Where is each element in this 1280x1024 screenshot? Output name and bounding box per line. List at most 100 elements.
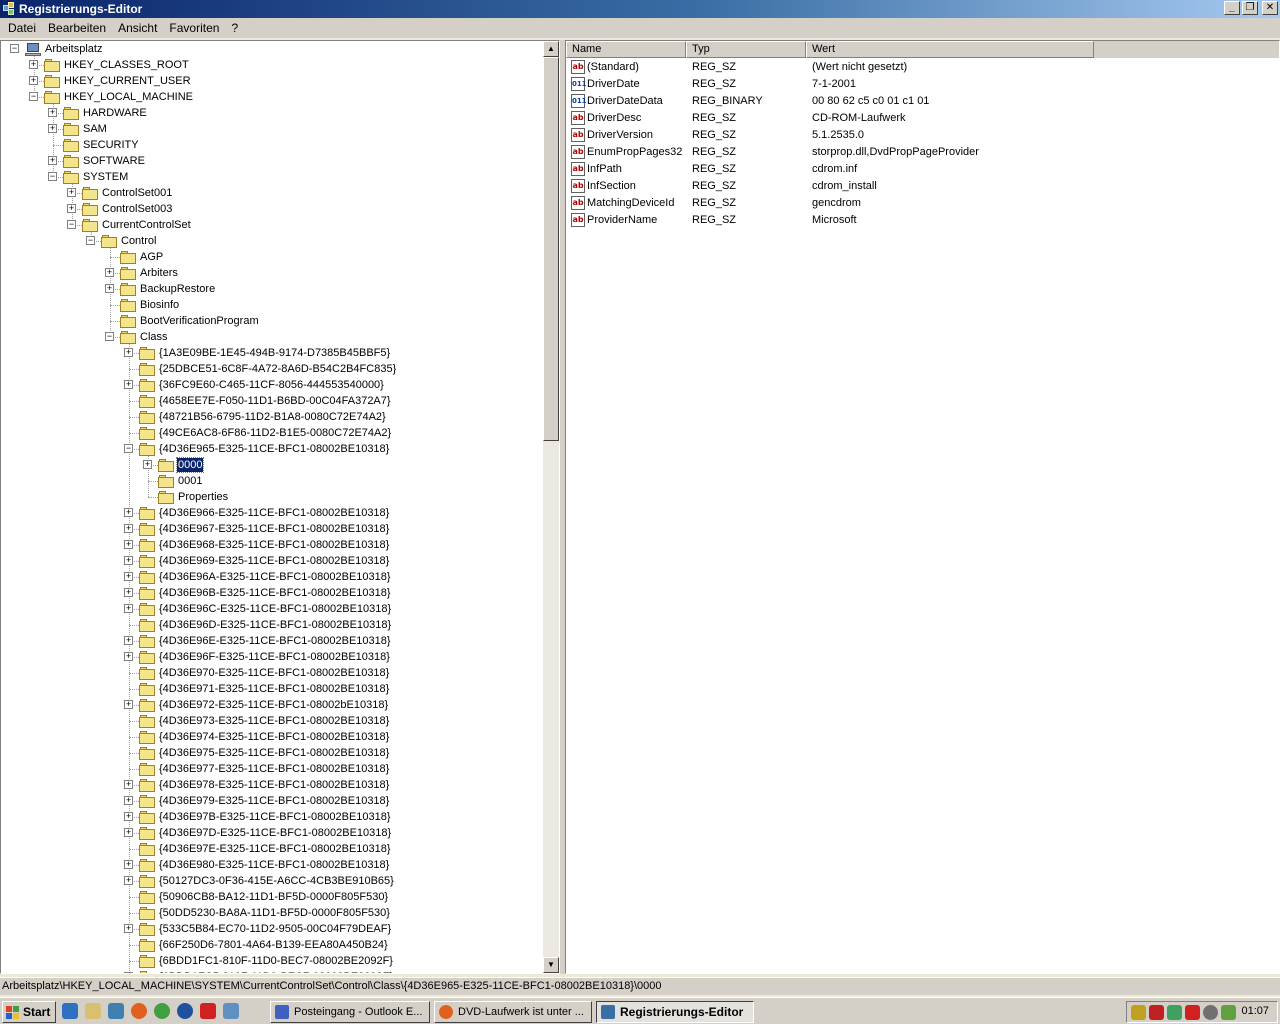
tree-item[interactable]: 0000 — [158, 457, 205, 473]
value-row[interactable]: ab DriverVersion REG_SZ 5.1.2535.0 — [566, 126, 1206, 143]
tree-item[interactable]: {4D36E96E-E325-11CE-BFC1-08002BE10318} — [139, 633, 392, 649]
expand-icon[interactable]: + — [124, 876, 133, 885]
tree-item[interactable]: Control — [101, 233, 157, 249]
collapse-icon[interactable]: − — [86, 236, 95, 245]
tree-item[interactable]: Arbiters — [120, 265, 179, 281]
expand-icon[interactable]: + — [105, 268, 114, 277]
expand-icon[interactable]: + — [124, 780, 133, 789]
expand-icon[interactable]: + — [124, 860, 133, 869]
tree-scrollbar[interactable]: ▲ ▼ — [543, 41, 559, 973]
tree-item[interactable]: CurrentControlSet — [82, 217, 192, 233]
tree-item[interactable]: {4D36E97B-E325-11CE-BFC1-08002BE10318} — [139, 809, 392, 825]
expand-icon[interactable]: + — [124, 652, 133, 661]
expand-icon[interactable]: + — [48, 156, 57, 165]
tree-item[interactable]: {4D36E97E-E325-11CE-BFC1-08002BE10318} — [139, 841, 392, 857]
tree-item[interactable]: Properties — [158, 489, 229, 505]
quicklaunch-regedit-icon[interactable] — [223, 1003, 239, 1019]
tree-item[interactable]: {50DD5230-BA8A-11D1-BF5D-0000F805F530} — [139, 905, 391, 921]
quicklaunch-desktop-icon[interactable] — [108, 1003, 124, 1019]
collapse-icon[interactable]: − — [10, 44, 19, 53]
value-row[interactable]: ab EnumPropPages32 REG_SZ storprop.dll,DvdP… — [566, 143, 1206, 160]
value-row[interactable]: ab (Standard) REG_SZ (Wert nicht gesetzt) — [566, 58, 1206, 75]
tree-item[interactable]: HKEY_CURRENT_USER — [44, 73, 192, 89]
collapse-icon[interactable]: − — [124, 444, 133, 453]
expand-icon[interactable]: + — [124, 924, 133, 933]
expand-icon[interactable]: + — [29, 76, 38, 85]
title-bar[interactable]: Registrierungs-Editor _ ❐ ✕ — [0, 0, 1280, 18]
registry-tree[interactable]: − Arbeitsplatz + HKEY_CLASSES_ROOT + HKEY_CUR… — [1, 41, 544, 973]
tree-item[interactable]: {4D36E979-E325-11CE-BFC1-08002BE10318} — [139, 793, 390, 809]
expand-icon[interactable]: + — [124, 828, 133, 837]
value-row[interactable]: ab InfSection REG_SZ cdrom_install — [566, 177, 1206, 194]
tree-item[interactable]: BootVerificationProgram — [120, 313, 260, 329]
column-name[interactable]: Name — [566, 41, 686, 58]
tree-item[interactable]: {533C5B84-EC70-11D2-9505-00C04F79DEAF} — [139, 921, 392, 937]
tree-item[interactable]: {4D36E972-E325-11CE-BFC1-08002bE10318} — [139, 697, 389, 713]
scroll-down-button[interactable]: ▼ — [543, 957, 559, 973]
tree-item[interactable]: Class — [120, 329, 169, 345]
expand-icon[interactable]: + — [124, 700, 133, 709]
column-wert[interactable]: Wert — [806, 41, 1094, 58]
expand-icon[interactable]: + — [29, 60, 38, 69]
value-row[interactable]: ab InfPath REG_SZ cdrom.inf — [566, 160, 1206, 177]
tree-item[interactable]: {4D36E980-E325-11CE-BFC1-08002BE10318} — [139, 857, 390, 873]
quicklaunch-arrows-icon[interactable] — [200, 1003, 216, 1019]
tree-item[interactable]: AGP — [120, 249, 164, 265]
expand-icon[interactable]: + — [124, 796, 133, 805]
tree-item[interactable]: {50906CB8-BA12-11D1-BF5D-0000F805F530} — [139, 889, 389, 905]
tree-item[interactable]: {4D36E96C-E325-11CE-BFC1-08002BE10318} — [139, 601, 392, 617]
close-button[interactable]: ✕ — [1262, 1, 1278, 15]
tree-item[interactable]: {1A3E09BE-1E45-494B-9174-D7385B45BBF5} — [139, 345, 391, 361]
tree-item[interactable]: HKEY_CLASSES_ROOT — [44, 57, 190, 73]
task-outlook[interactable]: Posteingang - Outlook E... — [270, 1001, 430, 1023]
tree-item[interactable]: {25DBCE51-6C8F-4A72-8A6D-B54C2B4FC835} — [139, 361, 397, 377]
tree-item[interactable]: {4D36E978-E325-11CE-BFC1-08002BE10318} — [139, 777, 390, 793]
value-row[interactable]: 011 DriverDateData REG_BINARY 00 80 62 c5 c… — [566, 92, 1206, 109]
expand-icon[interactable]: + — [48, 108, 57, 117]
menu-ansicht[interactable]: Ansicht — [112, 21, 163, 35]
expand-icon[interactable]: + — [124, 812, 133, 821]
tree-item[interactable]: Biosinfo — [120, 297, 180, 313]
tree-item[interactable]: {4D36E967-E325-11CE-BFC1-08002BE10318} — [139, 521, 390, 537]
expand-icon[interactable]: + — [124, 588, 133, 597]
tray-shield-icon[interactable] — [1149, 1005, 1164, 1020]
expand-icon[interactable]: + — [124, 348, 133, 357]
tray-acrobat-icon[interactable] — [1185, 1005, 1200, 1020]
tree-pane[interactable]: − Arbeitsplatz + HKEY_CLASSES_ROOT + HKEY_CUR… — [0, 40, 560, 974]
tree-item[interactable]: Arbeitsplatz — [25, 41, 103, 57]
expand-icon[interactable]: + — [124, 508, 133, 517]
tree-item[interactable]: SOFTWARE — [63, 153, 146, 169]
tree-item[interactable]: {4D36E969-E325-11CE-BFC1-08002BE10318} — [139, 553, 390, 569]
tree-item[interactable]: {49CE6AC8-6F86-11D2-B1E5-0080C72E74A2} — [139, 425, 392, 441]
tree-item[interactable]: {4D36E977-E325-11CE-BFC1-08002BE10318} — [139, 761, 390, 777]
value-row[interactable]: ab MatchingDeviceId REG_SZ gencdrom — [566, 194, 1206, 211]
column-typ[interactable]: Typ — [686, 41, 806, 58]
start-button[interactable]: Start — [2, 1001, 56, 1023]
tree-item[interactable]: ControlSet003 — [82, 201, 173, 217]
tree-item[interactable]: {6BDD1FC1-810F-11D0-BEC7-08002BE2092F} — [139, 953, 394, 969]
quicklaunch-firefox-icon[interactable] — [131, 1003, 147, 1019]
maximize-button[interactable]: ❐ — [1242, 1, 1258, 15]
quicklaunch-chrome-icon[interactable] — [154, 1003, 170, 1019]
expand-icon[interactable]: + — [124, 972, 133, 973]
tree-item[interactable]: {4D36E971-E325-11CE-BFC1-08002BE10318} — [139, 681, 390, 697]
tray-speaker-icon[interactable] — [1203, 1005, 1218, 1020]
tray-bug-icon[interactable] — [1131, 1005, 1146, 1020]
expand-icon[interactable]: + — [124, 556, 133, 565]
expand-icon[interactable]: + — [124, 636, 133, 645]
tray-update-icon[interactable] — [1221, 1005, 1236, 1020]
tree-item[interactable]: BackupRestore — [120, 281, 216, 297]
expand-icon[interactable]: + — [124, 572, 133, 581]
collapse-icon[interactable]: − — [67, 220, 76, 229]
tree-item[interactable]: {4D36E965-E325-11CE-BFC1-08002BE10318} — [139, 441, 390, 457]
values-pane[interactable]: Name Typ Wert ab (Standard) REG_SZ (Wert ni… — [565, 40, 1280, 974]
collapse-icon[interactable]: − — [105, 332, 114, 341]
tree-item[interactable]: {4D36E974-E325-11CE-BFC1-08002BE10318} — [139, 729, 390, 745]
task-regedit[interactable]: Registrierungs-Editor — [596, 1001, 754, 1023]
tree-item[interactable]: ControlSet001 — [82, 185, 173, 201]
expand-icon[interactable]: + — [67, 188, 76, 197]
tree-item[interactable]: SECURITY — [63, 137, 140, 153]
tree-item[interactable]: {6BDD1FC5-810F-11D0-BEC7-08002BE2092F} — [139, 969, 394, 973]
tree-item[interactable]: {66F250D6-7801-4A64-B139-EEA80A450B24} — [139, 937, 389, 953]
tree-item[interactable]: {4D36E96F-E325-11CE-BFC1-08002BE10318} — [139, 649, 391, 665]
